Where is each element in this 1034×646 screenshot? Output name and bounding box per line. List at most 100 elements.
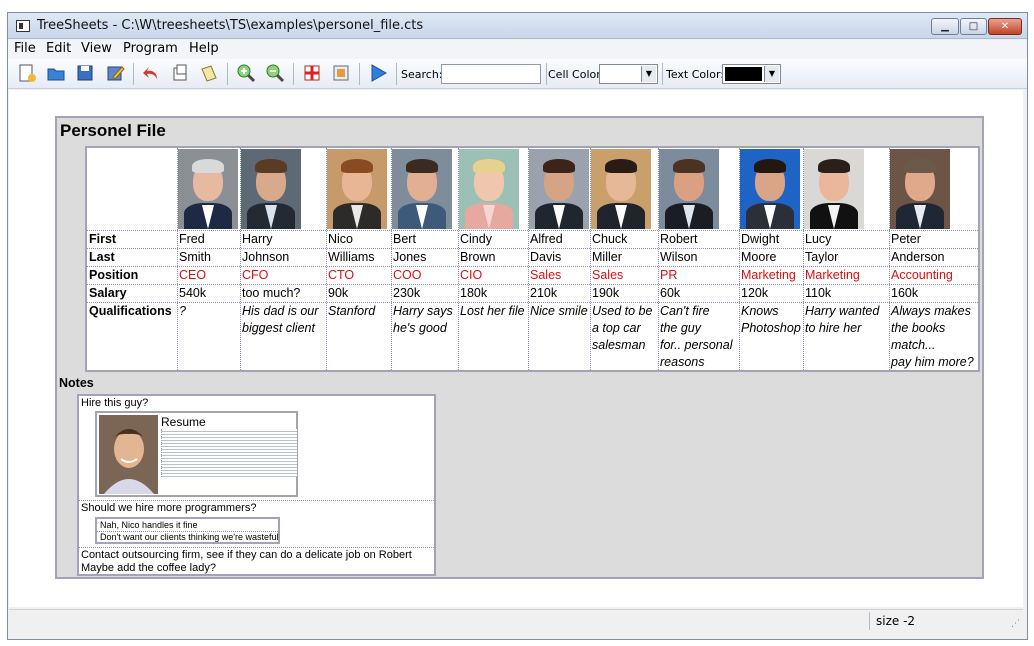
cell-first[interactable]: Peter (889, 230, 980, 249)
cell-salary[interactable]: 110k (803, 284, 889, 303)
resize-grip-icon[interactable]: ⋰ (1011, 619, 1020, 629)
resume-document[interactable] (161, 429, 297, 477)
cell-last[interactable]: Taylor (803, 248, 889, 267)
menu-edit[interactable]: Edit (46, 41, 71, 56)
cell-position[interactable]: Accounting (889, 266, 980, 285)
cell-salary[interactable]: too much? (240, 284, 326, 303)
cell-salary[interactable]: 90k (326, 284, 391, 303)
portrait-photo[interactable] (392, 149, 452, 229)
cell-last[interactable]: Williams (326, 248, 391, 267)
maximize-button[interactable]: □ (960, 18, 987, 35)
note-coffee[interactable]: Maybe add the coffee lady? (81, 562, 216, 575)
cell-color-select[interactable]: ▼ (599, 64, 658, 84)
cell-last[interactable]: Brown (458, 248, 528, 267)
cell-last[interactable]: Miller (590, 248, 658, 267)
cell-first[interactable]: Nico (326, 230, 391, 249)
portrait-photo[interactable] (241, 149, 301, 229)
image-icon[interactable] (301, 63, 323, 85)
cell-position[interactable]: Sales (590, 266, 658, 285)
cell-last[interactable]: Anderson (889, 248, 980, 267)
cell-salary[interactable]: 120k (739, 284, 803, 303)
cell-qualifications[interactable]: Harry wanted to hire her (803, 302, 889, 338)
cell-position[interactable]: CIO (458, 266, 528, 285)
cell-qualifications[interactable]: Used to be a top car salesman (590, 302, 658, 355)
cell-qualifications[interactable]: Nice smile (528, 302, 590, 321)
cell-last[interactable]: Jones (391, 248, 458, 267)
new-icon[interactable] (16, 63, 38, 85)
cell-last[interactable]: Davis (528, 248, 590, 267)
cell-qualifications[interactable]: Can't fire the guy for.. personal reasons (658, 302, 739, 372)
portrait-photo[interactable] (740, 149, 800, 229)
close-button[interactable]: ✕ (988, 18, 1022, 35)
portrait-photo[interactable] (591, 149, 651, 229)
resume-label[interactable]: Resume (161, 415, 206, 429)
cell-qualifications[interactable]: ? (177, 302, 240, 321)
portrait-photo[interactable] (804, 149, 864, 229)
row-label-qualifications[interactable]: Qualifications (87, 302, 177, 321)
cell-first[interactable]: Bert (391, 230, 458, 249)
portrait-photo[interactable] (459, 149, 519, 229)
notes-label[interactable]: Notes (59, 376, 94, 390)
cell-qualifications[interactable]: Knows Photoshop (739, 302, 803, 338)
cell-last[interactable]: Moore (739, 248, 803, 267)
resume-card[interactable]: Resume (95, 411, 298, 497)
menu-help[interactable]: Help (189, 41, 219, 56)
cell-position[interactable]: COO (391, 266, 458, 285)
note-programmers-question[interactable]: Should we hire more programmers? (81, 502, 256, 515)
cell-position[interactable]: CTO (326, 266, 391, 285)
cell-position[interactable]: CEO (177, 266, 240, 285)
cell-first[interactable]: Lucy (803, 230, 889, 249)
cell-last[interactable]: Wilson (658, 248, 739, 267)
text-color-select[interactable]: ▼ (722, 64, 781, 84)
row-label-last[interactable]: Last (87, 248, 177, 267)
paste-icon[interactable] (198, 63, 220, 85)
answers-table[interactable]: Nah, Nico handles it fine Don't want our… (95, 517, 280, 544)
row-label-position[interactable]: Position (87, 266, 177, 285)
root-cell[interactable]: Personel File First Last Position Salary Qua… (55, 116, 984, 579)
cell-first[interactable]: Dwight (739, 230, 803, 249)
cell-position[interactable]: Marketing (739, 266, 803, 285)
note-outsourcing[interactable]: Contact outsourcing firm, see if they ca… (81, 549, 412, 562)
portrait-photo[interactable] (529, 149, 589, 229)
cell-qualifications[interactable]: Harry says he's good (391, 302, 458, 338)
copy-icon[interactable] (169, 63, 191, 85)
cell-qualifications[interactable]: His dad is our biggest client (240, 302, 326, 338)
document-canvas[interactable]: Personel File First Last Position Salary Qua… (9, 90, 1023, 607)
minimize-button[interactable]: ▁ (931, 18, 959, 35)
cell-first[interactable]: Cindy (458, 230, 528, 249)
cell-salary[interactable]: 210k (528, 284, 590, 303)
cell-position[interactable]: Sales (528, 266, 590, 285)
cell-position[interactable]: Marketing (803, 266, 889, 285)
undo-icon[interactable] (140, 63, 162, 85)
answer-1[interactable]: Nah, Nico handles it fine (100, 519, 198, 531)
cell-position[interactable]: PR (658, 266, 739, 285)
portrait-photo[interactable] (659, 149, 719, 229)
cell-salary[interactable]: 190k (590, 284, 658, 303)
menu-program[interactable]: Program (123, 41, 178, 56)
search-input[interactable] (441, 64, 541, 84)
cell-salary[interactable]: 180k (458, 284, 528, 303)
row-label-salary[interactable]: Salary (87, 284, 177, 303)
cell-qualifications[interactable]: Always makes the books match... pay him mor… (889, 302, 980, 372)
zoom-out-icon[interactable] (264, 63, 286, 85)
portrait-photo[interactable] (178, 149, 238, 229)
cell-first[interactable]: Harry (240, 230, 326, 249)
image-alt-icon[interactable] (330, 63, 352, 85)
menu-file[interactable]: File (14, 41, 36, 56)
note-hire-question[interactable]: Hire this guy? (81, 397, 148, 410)
zoom-in-icon[interactable] (235, 63, 257, 85)
cell-first[interactable]: Robert (658, 230, 739, 249)
cell-last[interactable]: Johnson (240, 248, 326, 267)
notes-box[interactable]: Hire this guy? Resume Should we hire mor… (77, 394, 436, 576)
row-label-first[interactable]: First (87, 230, 177, 249)
cell-position[interactable]: CFO (240, 266, 326, 285)
document-title[interactable]: Personel File (60, 121, 166, 141)
edit-icon[interactable] (104, 63, 126, 85)
cell-salary[interactable]: 540k (177, 284, 240, 303)
cell-salary[interactable]: 60k (658, 284, 739, 303)
cell-qualifications[interactable]: Stanford (326, 302, 391, 321)
open-icon[interactable] (45, 63, 67, 85)
personnel-grid[interactable]: First Last Position Salary Qualifications Fre… (85, 146, 980, 372)
portrait-photo[interactable] (890, 149, 950, 229)
cell-qualifications[interactable]: Lost her file (458, 302, 528, 321)
